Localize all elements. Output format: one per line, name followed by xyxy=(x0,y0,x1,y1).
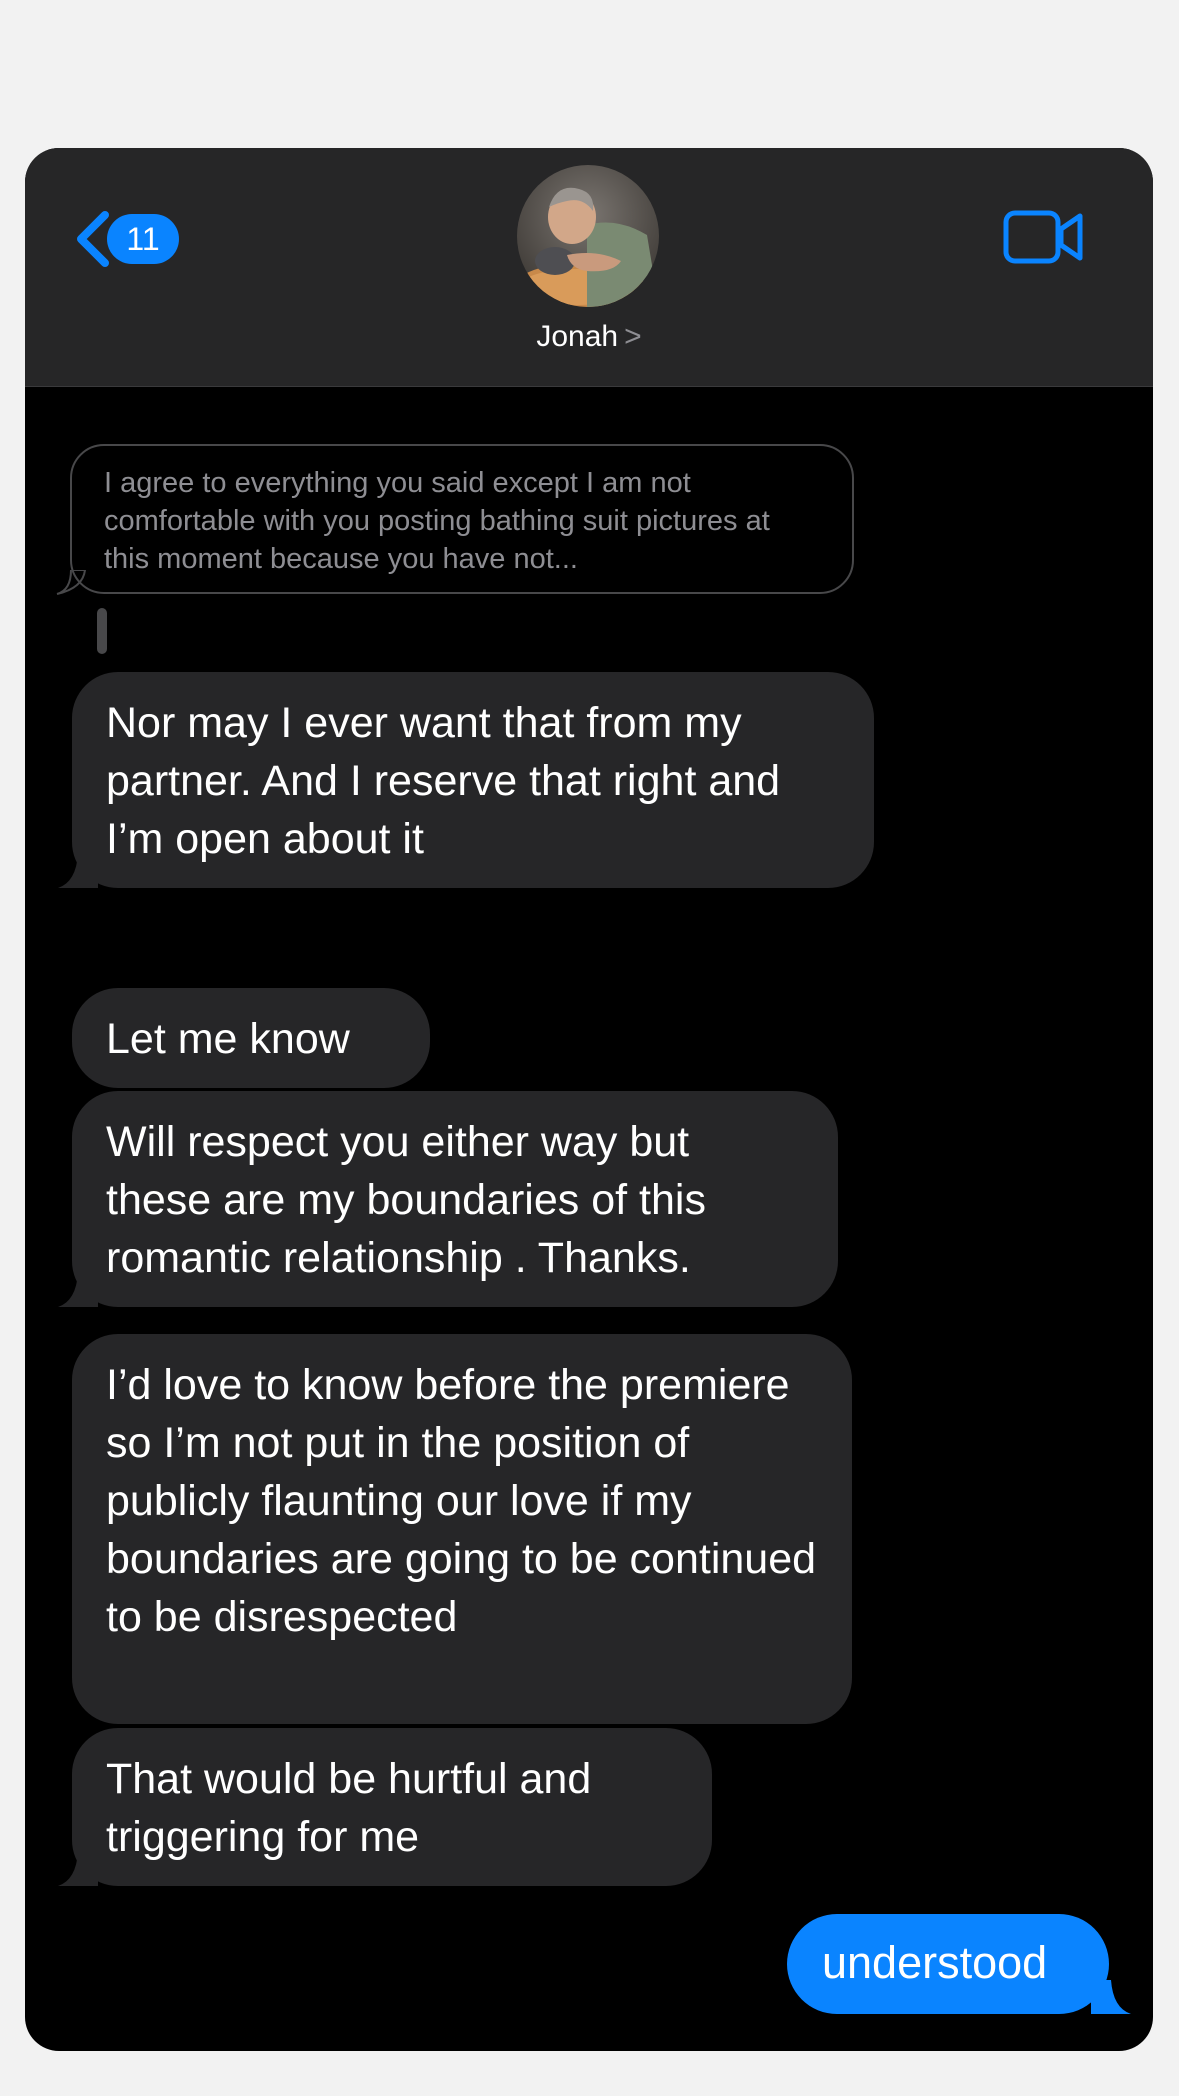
bubble-tail xyxy=(58,854,98,888)
conversation-header: 11 Jonah > xyxy=(25,148,1153,387)
sent-message[interactable]: understood xyxy=(787,1914,1109,2014)
unread-count-badge: 11 xyxy=(107,214,179,264)
contact-avatar[interactable] xyxy=(517,165,659,307)
message-thread[interactable]: I agree to everything you said except I … xyxy=(25,386,1153,2051)
received-message[interactable]: Nor may I ever want that from my partner… xyxy=(58,672,874,888)
message-text: That would be hurtful and triggering for… xyxy=(106,1755,592,1861)
bubble-tail xyxy=(58,1273,98,1307)
contact-name: Jonah xyxy=(536,320,619,353)
reply-thread-line xyxy=(97,608,107,654)
bubble-tail xyxy=(58,1852,98,1886)
message-text: Will respect you either way but these ar… xyxy=(106,1118,706,1282)
quoted-message[interactable]: I agree to everything you said except I … xyxy=(70,444,854,594)
back-button[interactable]: 11 xyxy=(69,204,179,274)
message-text: understood xyxy=(822,1937,1048,1988)
bubble-tail xyxy=(1091,1980,1131,2014)
quoted-message-tail xyxy=(56,570,87,595)
message-text: Let me know xyxy=(106,1015,350,1063)
received-message[interactable]: Let me know xyxy=(72,988,430,1088)
contact-name-button[interactable]: Jonah > xyxy=(25,320,1153,354)
facetime-video-button[interactable] xyxy=(1003,208,1085,266)
video-camera-icon xyxy=(1003,210,1083,264)
message-text: Nor may I ever want that from my partner… xyxy=(106,699,781,863)
messages-window: 11 Jonah > I agree to everything you sai… xyxy=(25,148,1153,2051)
message-text: I’d love to know before the premiere so … xyxy=(106,1361,817,1641)
received-message[interactable]: That would be hurtful and triggering for… xyxy=(58,1728,712,1886)
received-message[interactable]: I’d love to know before the premiere so … xyxy=(72,1334,852,1724)
contact-photo xyxy=(517,165,659,307)
chevron-right-icon: > xyxy=(624,320,642,353)
received-message[interactable]: Will respect you either way but these ar… xyxy=(58,1091,838,1307)
